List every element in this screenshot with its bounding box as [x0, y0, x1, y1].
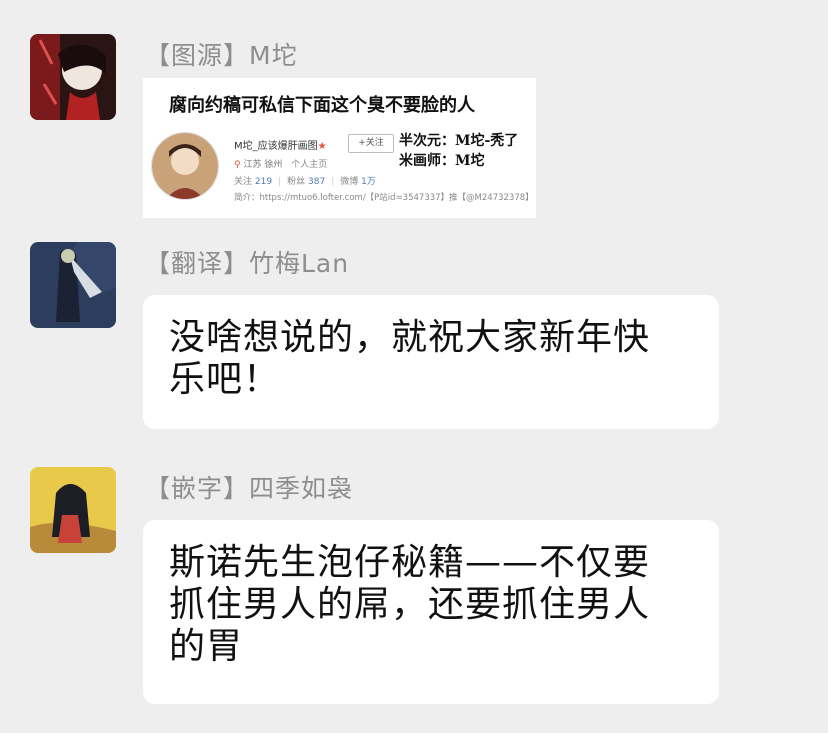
card-avatar: [151, 132, 219, 200]
card-location: ⚲ 江苏 徐州 个人主页: [234, 160, 328, 170]
message-bubble[interactable]: 没啥想说的，就祝大家新年快 乐吧！: [143, 295, 719, 429]
verified-icon: ★: [317, 141, 327, 152]
avatar[interactable]: [30, 467, 116, 553]
card-title: 腐向约稿可私信下面这个臭不要脸的人: [169, 95, 475, 116]
avatar[interactable]: [30, 34, 116, 120]
avatar-image: [30, 34, 116, 120]
location-pin-icon: ⚲: [234, 160, 241, 170]
message-bubble[interactable]: 斯诺先生泡仔秘籍——不仅要 抓住男人的屌，还要抓住男人 的胃: [143, 520, 719, 704]
avatar-image: [30, 467, 116, 553]
image-message[interactable]: 腐向约稿可私信下面这个臭不要脸的人 M坨_应该爆肝画图★ +关注 ⚲ 江苏 徐州…: [143, 78, 536, 218]
card-bio: 简介：https://mtuo6.lofter.com/【P站id=354733…: [234, 193, 534, 203]
card-stats: 关注 219 | 粉丝 387 | 微博 1万: [234, 177, 376, 187]
homepage-link[interactable]: 个人主页: [291, 160, 327, 170]
message-text: 的胃: [169, 626, 244, 667]
card-side-info: 半次元：M坨-秃了 米画师：M坨: [399, 133, 519, 169]
sender-name: 【嵌字】四季如袅: [145, 474, 354, 503]
sender-name: 【图源】M坨: [145, 41, 298, 70]
card-username: M坨_应该爆肝画图★: [234, 141, 327, 152]
message-text: 斯诺先生泡仔秘籍——不仅要: [169, 542, 651, 583]
sender-name: 【翻译】竹梅Lan: [145, 249, 350, 278]
message-text: 抓住男人的屌，还要抓住男人: [169, 584, 651, 625]
avatar-image: [30, 242, 116, 328]
message-text: 乐吧！: [169, 359, 281, 400]
follow-button[interactable]: +关注: [348, 134, 394, 153]
message-text: 没啥想说的，就祝大家新年快: [169, 317, 651, 358]
avatar[interactable]: [30, 242, 116, 328]
